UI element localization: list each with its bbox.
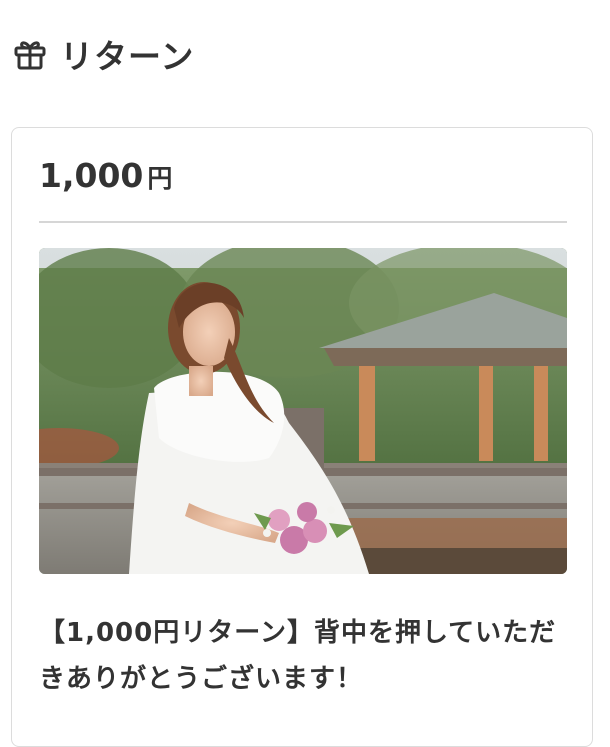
- price: 1,000 円: [39, 156, 172, 195]
- price-amount: 1,000: [39, 156, 144, 195]
- gift-icon: [12, 36, 48, 72]
- return-card[interactable]: 1,000 円 【1,000円リターン】背中を押していただきありがとうございます…: [11, 127, 593, 747]
- return-image[interactable]: [39, 248, 567, 574]
- section-title: リターン: [60, 37, 195, 76]
- return-description: 【1,000円リターン】背中を押していただきありがとうございます！: [39, 618, 557, 694]
- price-unit: 円: [147, 164, 173, 193]
- divider: [39, 221, 567, 223]
- page-header: リターン: [12, 30, 194, 78]
